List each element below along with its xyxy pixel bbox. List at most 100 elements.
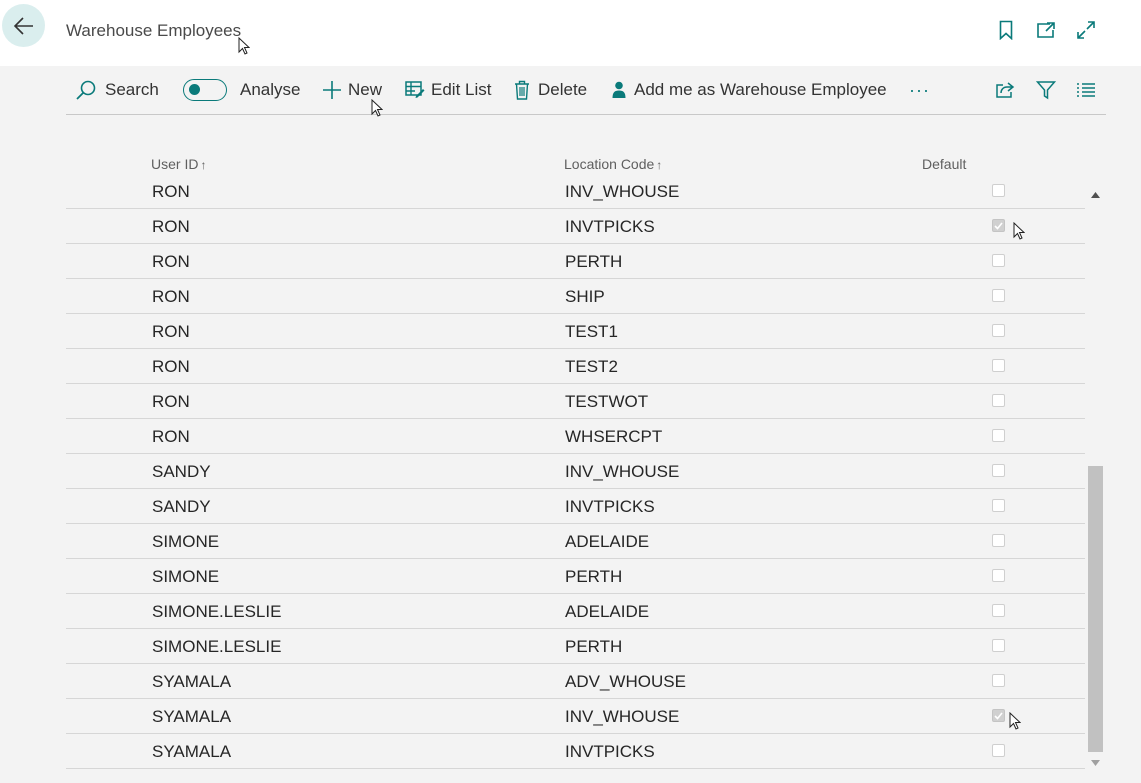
- checkmark-icon: [994, 711, 1003, 720]
- table-row[interactable]: RON SHIP: [66, 279, 1085, 314]
- location-code-cell[interactable]: PERTH: [565, 637, 622, 657]
- user-id-cell[interactable]: SANDY: [152, 462, 211, 482]
- table-row[interactable]: RON PERTH: [66, 244, 1085, 279]
- default-checkbox[interactable]: [992, 604, 1005, 617]
- location-code-cell[interactable]: PERTH: [565, 567, 622, 587]
- default-header-label: Default: [922, 156, 967, 172]
- column-header-location-code[interactable]: Location Code ↑: [564, 156, 662, 172]
- user-id-cell[interactable]: SIMONE.LESLIE: [152, 637, 281, 657]
- location-code-cell[interactable]: INV_WHOUSE: [565, 462, 679, 482]
- location-code-cell[interactable]: ADV_WHOUSE: [565, 672, 686, 692]
- page-header: Warehouse Employees: [0, 0, 1141, 66]
- table-row[interactable]: SIMONE.LESLIE ADELAIDE: [66, 594, 1085, 629]
- table-row[interactable]: RON INVTPICKS: [66, 209, 1085, 244]
- user-id-cell[interactable]: SYAMALA: [152, 672, 231, 692]
- scroll-up-button[interactable]: [1087, 186, 1104, 203]
- user-id-cell[interactable]: SYAMALA: [152, 707, 231, 727]
- table-row[interactable]: RON TESTWOT: [66, 384, 1085, 419]
- caret-down-icon: [1091, 759, 1100, 766]
- user-id-cell[interactable]: RON: [152, 322, 190, 342]
- page-title: Warehouse Employees: [66, 21, 242, 40]
- location-code-cell[interactable]: WHSERCPT: [565, 427, 662, 447]
- delete-button[interactable]: Delete: [514, 66, 587, 114]
- default-checkbox[interactable]: [992, 639, 1005, 652]
- default-checkbox[interactable]: [992, 464, 1005, 477]
- table-row[interactable]: SYAMALA ADV_WHOUSE: [66, 664, 1085, 699]
- user-id-cell[interactable]: RON: [152, 392, 190, 412]
- default-checkbox[interactable]: [992, 219, 1005, 232]
- table-row[interactable]: SIMONE ADELAIDE: [66, 524, 1085, 559]
- location-code-cell[interactable]: TEST1: [565, 322, 618, 342]
- user-id-cell[interactable]: SIMONE.LESLIE: [152, 602, 281, 622]
- location-code-cell[interactable]: INVTPICKS: [565, 217, 655, 237]
- location-code-cell[interactable]: INV_WHOUSE: [565, 707, 679, 727]
- column-header-default[interactable]: Default: [922, 156, 966, 172]
- default-checkbox[interactable]: [992, 569, 1005, 582]
- default-checkbox[interactable]: [992, 674, 1005, 687]
- default-checkbox[interactable]: [992, 534, 1005, 547]
- user-id-cell[interactable]: RON: [152, 217, 190, 237]
- add-me-button[interactable]: Add me as Warehouse Employee: [612, 66, 887, 114]
- analyse-toggle[interactable]: Analyse: [183, 66, 300, 114]
- default-checkbox[interactable]: [992, 709, 1005, 722]
- default-checkbox[interactable]: [992, 324, 1005, 337]
- location-code-cell[interactable]: ADELAIDE: [565, 602, 649, 622]
- table-row[interactable]: SANDY INV_WHOUSE: [66, 454, 1085, 489]
- location-code-cell[interactable]: INVTPICKS: [565, 742, 655, 762]
- location-code-cell[interactable]: INVTPICKS: [565, 497, 655, 517]
- column-header-user-id[interactable]: User ID ↑: [151, 156, 206, 172]
- default-checkbox[interactable]: [992, 499, 1005, 512]
- list-icon: [1077, 83, 1095, 97]
- filter-button[interactable]: [1034, 78, 1058, 102]
- list-view-button[interactable]: [1074, 78, 1098, 102]
- user-id-cell[interactable]: RON: [152, 252, 190, 272]
- location-code-cell[interactable]: TESTWOT: [565, 392, 648, 412]
- location-code-cell[interactable]: ADELAIDE: [565, 532, 649, 552]
- analyse-switch[interactable]: [183, 79, 227, 101]
- table-row[interactable]: SYAMALA INV_WHOUSE: [66, 699, 1085, 734]
- user-id-cell[interactable]: RON: [152, 287, 190, 307]
- table-row[interactable]: SIMONE PERTH: [66, 559, 1085, 594]
- user-id-cell[interactable]: RON: [152, 182, 190, 202]
- search-label: Search: [105, 80, 159, 99]
- table-row[interactable]: RON INV_WHOUSE: [66, 174, 1085, 209]
- default-checkbox[interactable]: [992, 394, 1005, 407]
- location-code-cell[interactable]: TEST2: [565, 357, 618, 377]
- table-row[interactable]: SANDY INVTPICKS: [66, 489, 1085, 524]
- user-id-cell[interactable]: RON: [152, 427, 190, 447]
- user-id-cell[interactable]: SIMONE: [152, 567, 219, 587]
- table-row[interactable]: RON TEST2: [66, 349, 1085, 384]
- location-code-cell[interactable]: INV_WHOUSE: [565, 182, 679, 202]
- new-button[interactable]: New: [322, 66, 382, 114]
- search-button[interactable]: Search: [75, 66, 159, 114]
- edit-list-button[interactable]: Edit List: [405, 66, 491, 114]
- edit-list-icon: [405, 81, 425, 98]
- share-button[interactable]: [993, 78, 1017, 102]
- bookmark-button[interactable]: [994, 18, 1018, 42]
- table-row[interactable]: SYAMALA INVTPICKS: [66, 734, 1085, 769]
- table-row[interactable]: SIMONE.LESLIE PERTH: [66, 629, 1085, 664]
- default-checkbox[interactable]: [992, 429, 1005, 442]
- user-id-cell[interactable]: RON: [152, 357, 190, 377]
- action-bar: Search Analyse New Edit List Delete Add …: [66, 66, 1106, 115]
- default-checkbox[interactable]: [992, 359, 1005, 372]
- table-row[interactable]: RON TEST1: [66, 314, 1085, 349]
- open-new-window-button[interactable]: [1034, 18, 1058, 42]
- user-id-cell[interactable]: SYAMALA: [152, 742, 231, 762]
- location-code-cell[interactable]: SHIP: [565, 287, 605, 307]
- user-id-cell[interactable]: SIMONE: [152, 532, 219, 552]
- plus-icon: [323, 81, 341, 99]
- employee-list: RON INV_WHOUSE RON INVTPICKS RON PERTH RON SHIP…: [66, 174, 1085, 774]
- scrollbar-thumb[interactable]: [1088, 466, 1103, 752]
- location-code-cell[interactable]: PERTH: [565, 252, 622, 272]
- default-checkbox[interactable]: [992, 744, 1005, 757]
- default-checkbox[interactable]: [992, 289, 1005, 302]
- default-checkbox[interactable]: [992, 184, 1005, 197]
- more-options-button[interactable]: ···: [909, 66, 930, 114]
- user-id-cell[interactable]: SANDY: [152, 497, 211, 517]
- table-row[interactable]: RON WHSERCPT: [66, 419, 1085, 454]
- default-checkbox[interactable]: [992, 254, 1005, 267]
- back-button[interactable]: [2, 4, 45, 47]
- scroll-down-button[interactable]: [1087, 754, 1104, 771]
- expand-button[interactable]: [1074, 18, 1098, 42]
